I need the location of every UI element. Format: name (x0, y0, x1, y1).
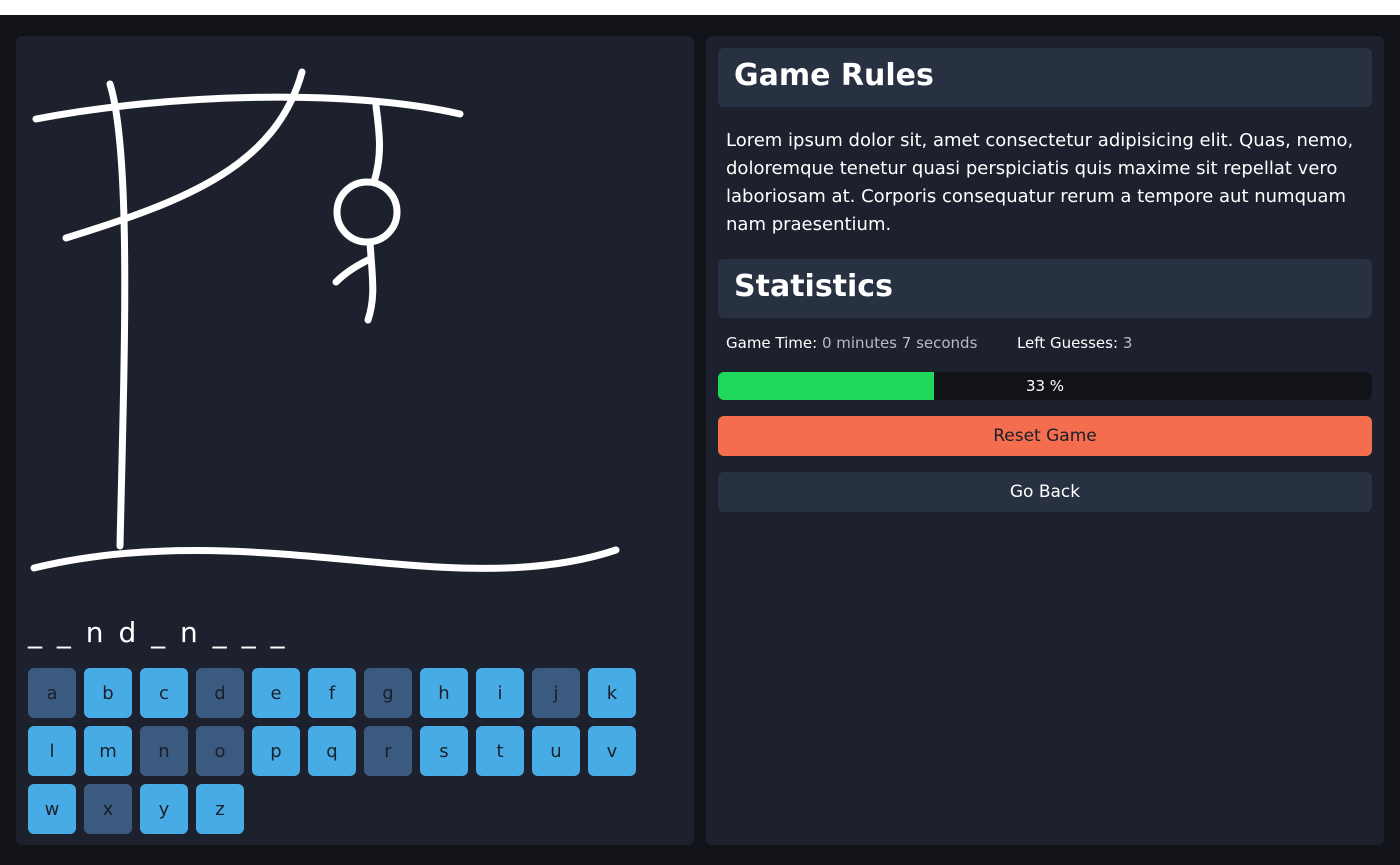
key-h[interactable]: h (420, 668, 468, 718)
hangman-body (364, 238, 377, 324)
game-panel: _ _ n d _ n _ _ _ abcdefghijk lmnopqrstuv… (16, 36, 694, 845)
hangman-head (333, 178, 401, 246)
key-o[interactable]: o (196, 726, 244, 776)
gallows-rope (370, 102, 383, 186)
game-time-label: Game Time: (726, 334, 818, 352)
key-i[interactable]: i (476, 668, 524, 718)
key-j[interactable]: j (532, 668, 580, 718)
hangman-drawing (30, 68, 620, 572)
reset-game-button[interactable]: Reset Game (718, 416, 1372, 456)
key-p[interactable]: p (252, 726, 300, 776)
key-x[interactable]: x (84, 784, 132, 834)
key-m[interactable]: m (84, 726, 132, 776)
statistics-title: Statistics (734, 269, 893, 304)
key-u[interactable]: u (532, 726, 580, 776)
go-back-button[interactable]: Go Back (718, 472, 1372, 512)
rules-title: Game Rules (734, 58, 934, 93)
key-s[interactable]: s (420, 726, 468, 776)
progress-label: 33 % (1025, 377, 1065, 395)
game-time-value: 0 minutes 7 seconds (821, 334, 978, 352)
key-a[interactable]: a (28, 668, 76, 718)
key-k[interactable]: k (588, 668, 636, 718)
key-q[interactable]: q (308, 726, 356, 776)
browser-top-bar (0, 0, 1400, 15)
key-v[interactable]: v (588, 726, 636, 776)
word-display: _ _ n d _ n _ _ _ (28, 616, 287, 649)
key-n[interactable]: n (140, 726, 188, 776)
gallows-beam (32, 93, 464, 123)
info-panel: Game Rules Lorem ipsum dolor sit, amet c… (706, 36, 1384, 845)
progress-bar: 33 % (718, 372, 1372, 400)
key-e[interactable]: e (252, 668, 300, 718)
key-b[interactable]: b (84, 668, 132, 718)
hangman-arm (332, 256, 372, 286)
stats-line: Game Time: 0 minutes 7 seconds Left Gues… (726, 334, 1132, 352)
key-z[interactable]: z (196, 784, 244, 834)
gallows-post (106, 80, 129, 550)
key-t[interactable]: t (476, 726, 524, 776)
statistics-header: Statistics (718, 259, 1372, 318)
rules-header: Game Rules (718, 48, 1372, 107)
key-d[interactable]: d (196, 668, 244, 718)
left-guesses-value: 3 (1122, 334, 1133, 352)
key-g[interactable]: g (364, 668, 412, 718)
left-guesses-label: Left Guesses: (1016, 334, 1119, 352)
gallows-ground (30, 546, 620, 572)
key-r[interactable]: r (364, 726, 412, 776)
key-w[interactable]: w (28, 784, 76, 834)
key-y[interactable]: y (140, 784, 188, 834)
key-f[interactable]: f (308, 668, 356, 718)
key-c[interactable]: c (140, 668, 188, 718)
key-l[interactable]: l (28, 726, 76, 776)
rules-text: Lorem ipsum dolor sit, amet consectetur … (726, 130, 1354, 235)
